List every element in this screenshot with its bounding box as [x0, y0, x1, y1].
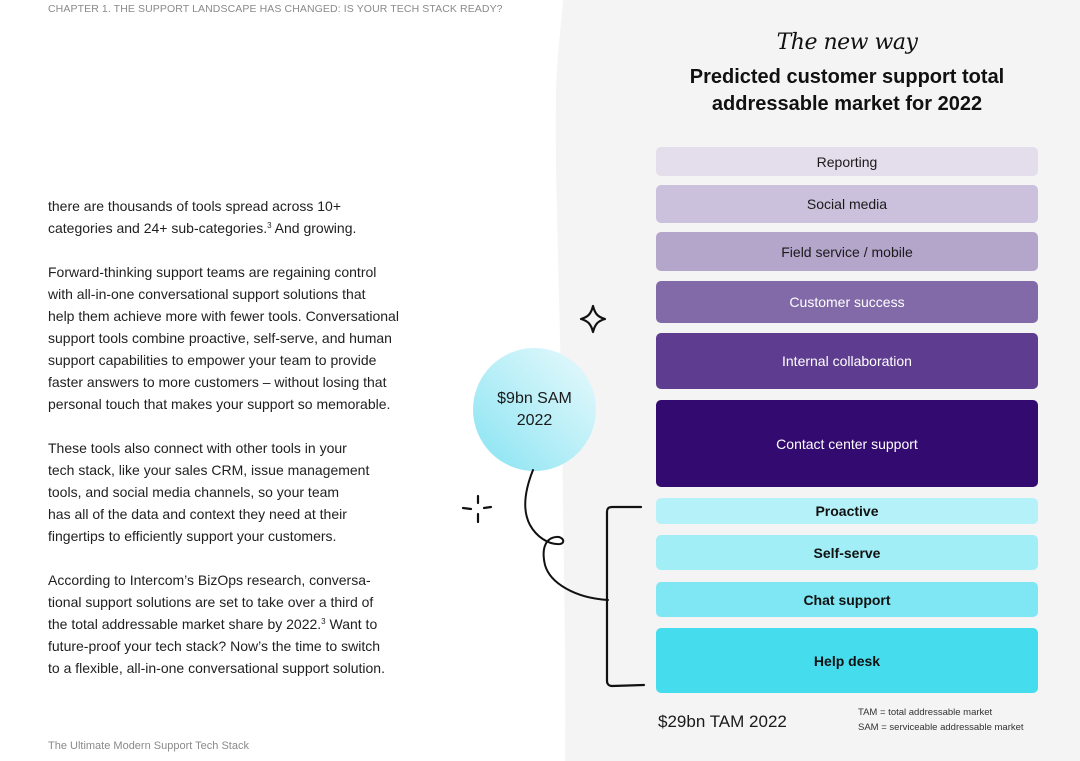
text-line: personal touch that makes your support s… [48, 396, 391, 412]
text-span: And growing. [271, 220, 357, 236]
paragraph-bizops-research: According to Intercom’s BizOps research,… [48, 569, 428, 679]
sam-year: 2022 [516, 411, 553, 429]
segment-help-desk: Help desk [656, 628, 1038, 693]
sam-bubble: $9bn SAM 2022 [473, 348, 596, 471]
segment-self-serve: Self-serve [656, 535, 1038, 570]
text-line: there are thousands of tools spread acro… [48, 198, 342, 214]
script-title: The new way [776, 30, 918, 55]
segment-label: Customer success [789, 294, 905, 310]
text-line: the total addressable market share by 20… [48, 613, 428, 635]
paragraph-tools-count: there are thousands of tools spread acro… [48, 195, 428, 239]
text-line: Forward-thinking support teams are regai… [48, 264, 377, 280]
text-line: help them achieve more with fewer tools.… [48, 308, 399, 324]
text-span: Want to [325, 616, 378, 632]
text-line: support tools combine proactive, self-se… [48, 330, 392, 346]
tam-total: $29bn TAM 2022 [658, 712, 787, 731]
paragraph-integrations: These tools also connect with other tool… [48, 437, 428, 547]
text-line: categories and 24+ sub-categories.3 And … [48, 217, 428, 239]
text-span: the total addressable market share by 20… [48, 616, 322, 632]
legend-sam: SAM = serviceable addressable market [858, 722, 1024, 733]
segment-social-media: Social media [656, 185, 1038, 223]
segment-label: Reporting [816, 153, 878, 170]
chapter-header: Chapter 1. The support landscape has cha… [48, 3, 503, 15]
text-line: These tools also connect with other tool… [48, 440, 347, 456]
abbreviation-legend: TAM = total addressable market SAM = ser… [858, 705, 1024, 735]
segment-reporting: Reporting [656, 147, 1038, 176]
segment-internal-collaboration: Internal collaboration [656, 333, 1038, 389]
text-line: support capabilities to empower your tea… [48, 352, 377, 368]
text-line: to a flexible, all-in-one conversational… [48, 660, 385, 676]
segment-label: Proactive [815, 503, 879, 519]
text-line: faster answers to more customers – witho… [48, 374, 387, 390]
title-line: Predicted customer support total [689, 66, 1005, 88]
sam-value: $9bn SAM [497, 389, 572, 407]
segment-label: Self-serve [813, 544, 881, 561]
segment-contact-center-support: Contact center support [656, 400, 1038, 487]
text-line: According to Intercom’s BizOps research,… [48, 572, 371, 588]
paragraph-forward-thinking: Forward-thinking support teams are regai… [48, 261, 428, 415]
body-copy: there are thousands of tools spread acro… [48, 195, 428, 701]
segment-customer-success: Customer success [656, 281, 1038, 323]
legend-tam: TAM = total addressable market [858, 707, 993, 718]
text-line: with all-in-one conversational support s… [48, 286, 366, 302]
infographic-title: Predicted customer support total address… [656, 64, 1038, 118]
text-line: fingertips to efficiently support your c… [48, 528, 337, 544]
text-line: has all of the data and context they nee… [48, 506, 347, 522]
segment-label: Internal collaboration [782, 353, 912, 369]
text-line: future-proof your tech stack? Now’s the … [48, 638, 380, 654]
text-line: tional support solutions are set to take… [48, 594, 374, 610]
segment-label: Field service / mobile [781, 243, 913, 260]
title-line: addressable market for 2022 [711, 93, 983, 115]
segment-proactive: Proactive [656, 498, 1038, 524]
segment-field-service-mobile: Field service / mobile [656, 232, 1038, 271]
text-line: tools, and social media channels, so you… [48, 484, 340, 500]
segment-label: Chat support [803, 591, 891, 608]
text-span: categories and 24+ sub-categories. [48, 220, 268, 236]
segment-chat-support: Chat support [656, 582, 1038, 617]
segment-label: Contact center support [776, 435, 918, 452]
page-footer: The Ultimate Modern Support Tech Stack [48, 740, 249, 752]
text-line: tech stack, like your sales CRM, issue m… [48, 462, 370, 478]
segment-label: Social media [806, 196, 888, 212]
segment-label: Help desk [813, 652, 881, 669]
